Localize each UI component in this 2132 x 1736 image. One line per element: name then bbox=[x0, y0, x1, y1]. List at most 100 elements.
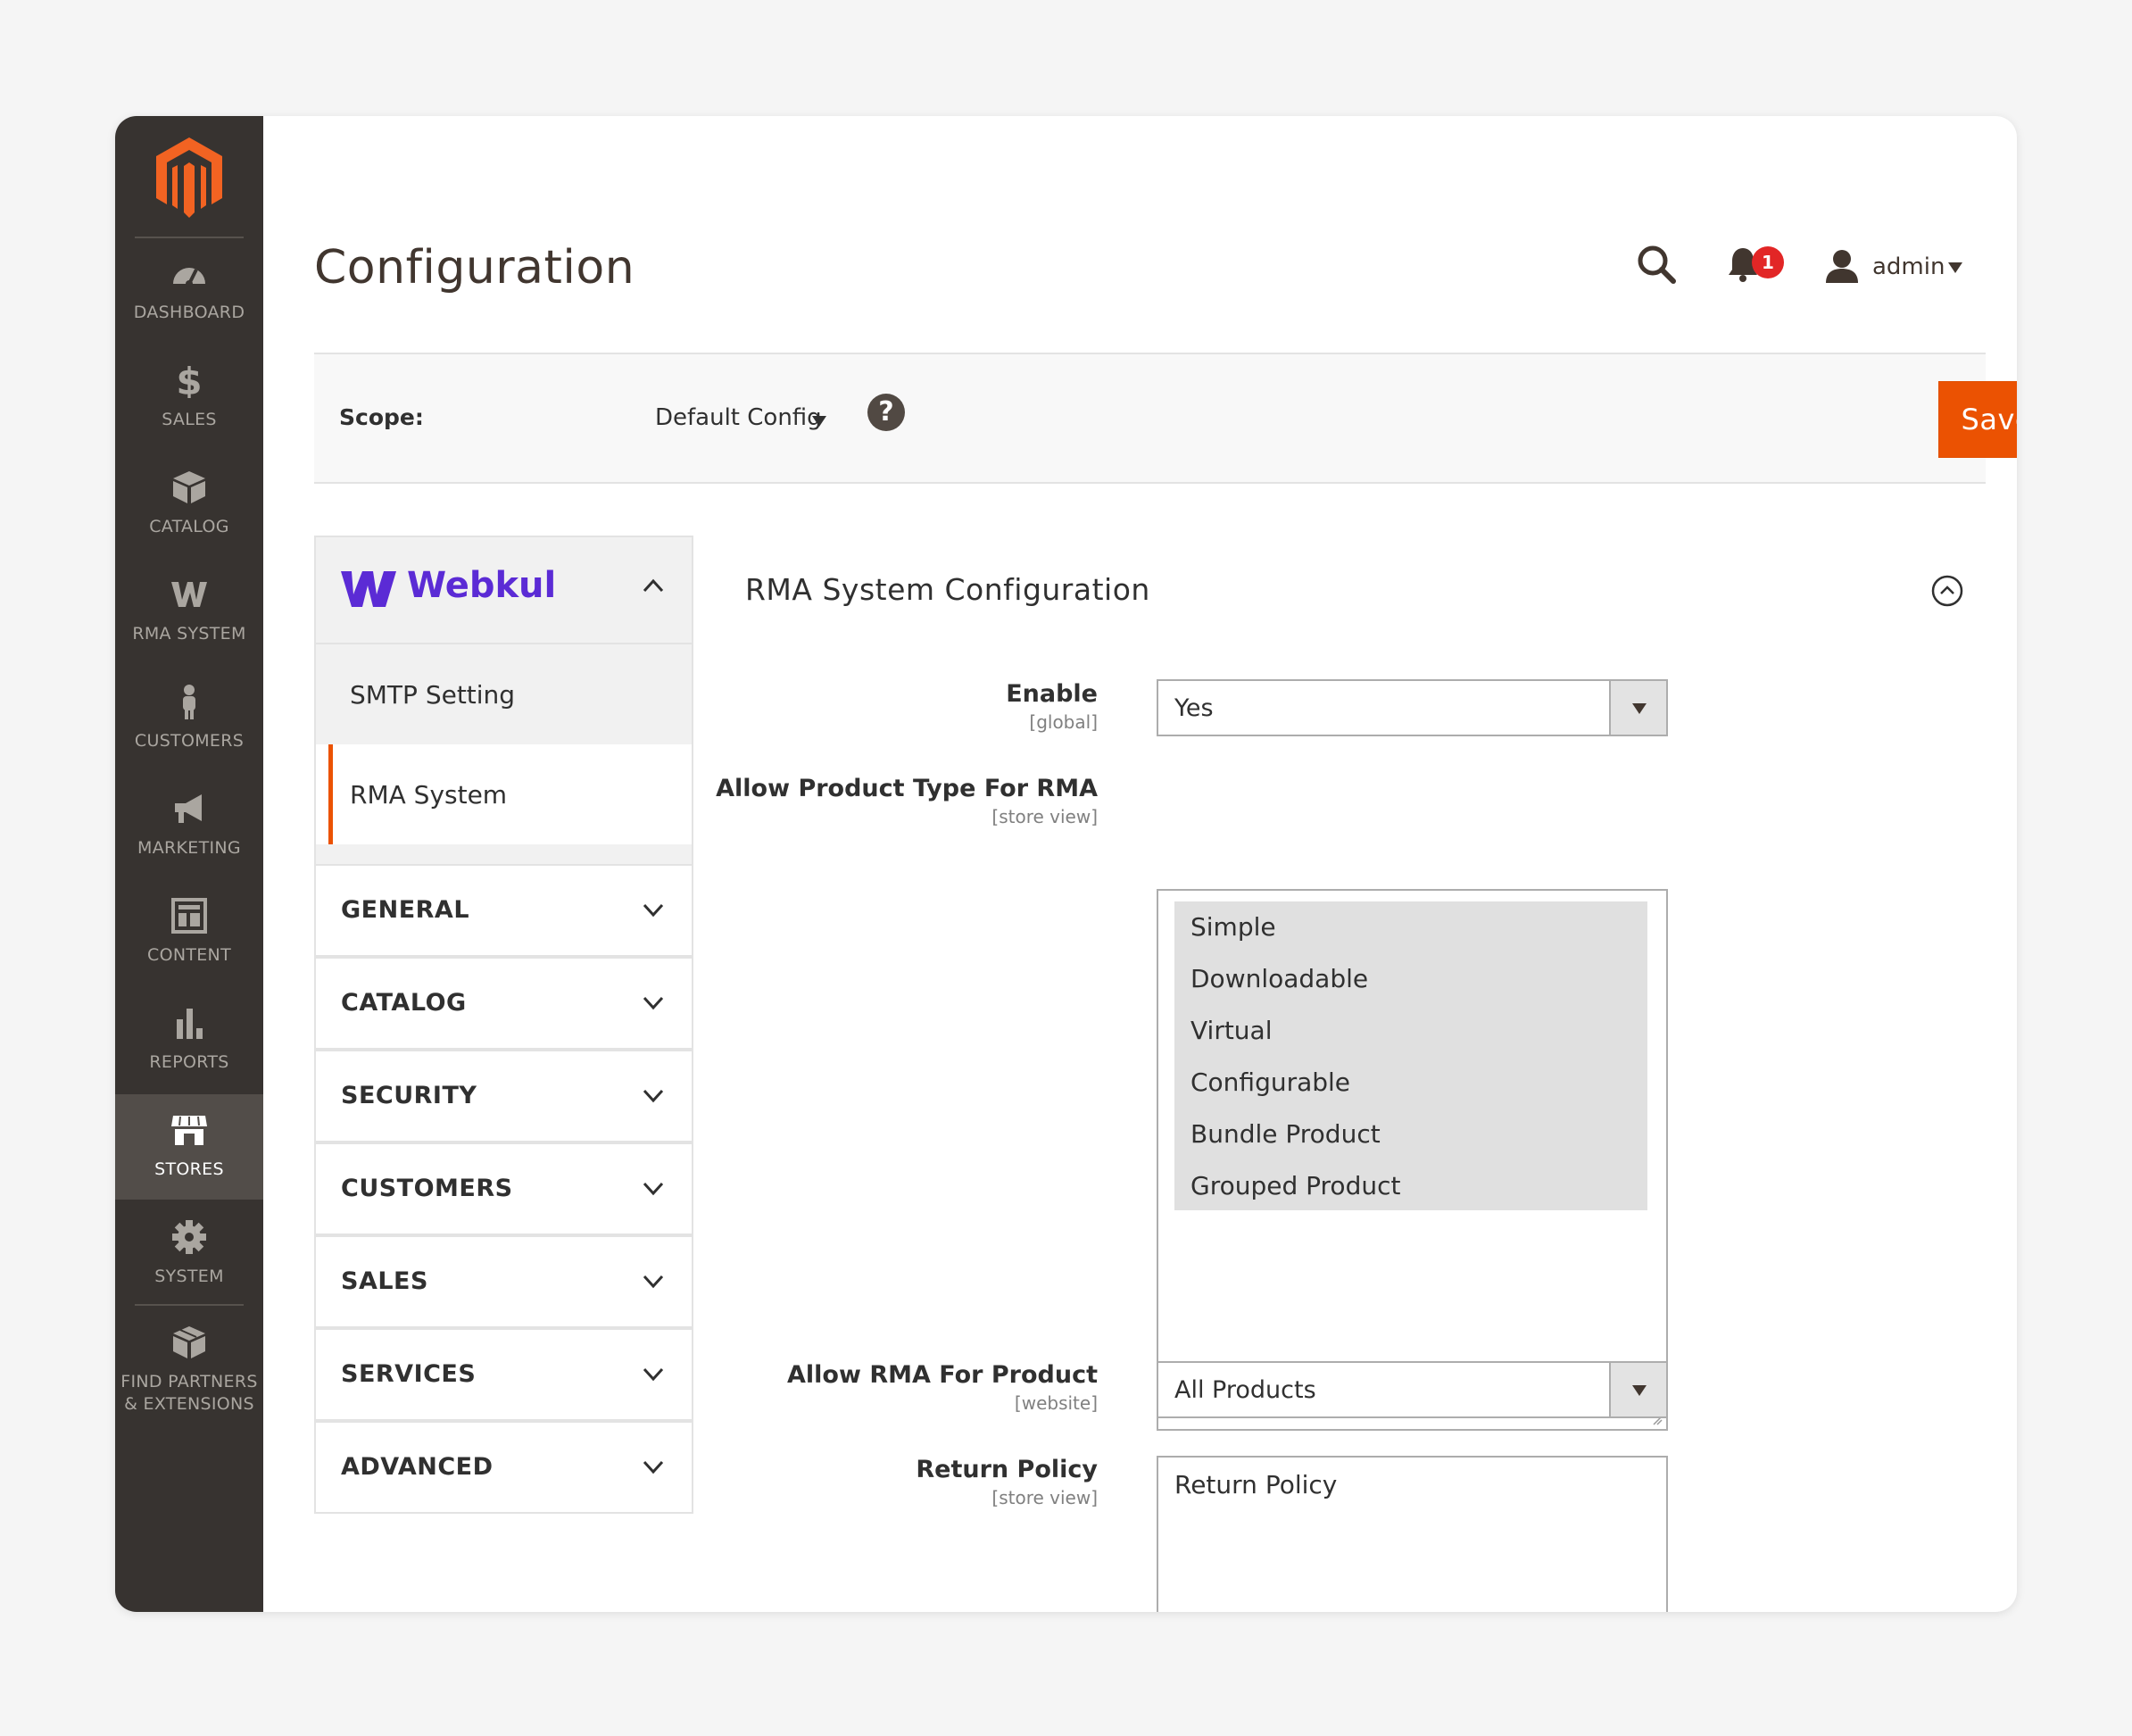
nav-item-system[interactable]: SYSTEM bbox=[115, 1201, 263, 1307]
option-bundle-product[interactable]: Bundle Product bbox=[1190, 1119, 1381, 1149]
nav-item-dashboard[interactable]: DASHBOARD bbox=[115, 237, 263, 343]
product-type-multiselect[interactable]: Simple Downloadable Virtual Configurable… bbox=[1157, 889, 1668, 1431]
notification-badge[interactable]: 1 bbox=[1752, 246, 1784, 278]
section-title: RMA System Configuration bbox=[745, 572, 1150, 607]
tab-section-customers[interactable]: CUSTOMERS bbox=[314, 1142, 693, 1235]
nav-label: CONTENT bbox=[147, 945, 231, 965]
nav-item-catalog[interactable]: CATALOG bbox=[115, 452, 263, 557]
nav-divider bbox=[135, 1304, 244, 1306]
scope-label: Scope: bbox=[339, 404, 424, 430]
tab-section-label: SECURITY bbox=[341, 1082, 477, 1109]
dashboard-icon bbox=[173, 268, 205, 287]
option-downloadable[interactable]: Downloadable bbox=[1190, 964, 1368, 993]
rma-for-product-select[interactable]: All Products bbox=[1157, 1361, 1668, 1418]
chevron-down-icon bbox=[643, 1182, 664, 1196]
select-toggle[interactable] bbox=[1609, 681, 1666, 735]
caret-down-icon[interactable] bbox=[1948, 262, 1962, 273]
tab-section-security[interactable]: SECURITY bbox=[314, 1050, 693, 1142]
selected-options: Simple Downloadable Virtual Configurable… bbox=[1174, 901, 1647, 1210]
magento-logo-icon[interactable] bbox=[153, 136, 226, 220]
collapse-icon[interactable] bbox=[1930, 574, 1964, 608]
gear-icon bbox=[172, 1220, 206, 1254]
tab-group-webkul[interactable]: Webkul bbox=[314, 536, 693, 644]
tab-section-label: ADVANCED bbox=[341, 1453, 494, 1481]
field-scope-rma-for-product: [website] bbox=[1014, 1392, 1098, 1414]
chevron-down-icon bbox=[643, 1367, 664, 1382]
nav-item-marketing[interactable]: MARKETING bbox=[115, 773, 263, 878]
option-virtual[interactable]: Virtual bbox=[1190, 1016, 1273, 1045]
nav-label: STORES bbox=[154, 1159, 224, 1179]
scope-switcher[interactable]: Default Config bbox=[655, 404, 822, 431]
webkul-icon bbox=[171, 582, 207, 607]
tab-section-label: SALES bbox=[341, 1267, 428, 1295]
caret-down-icon[interactable] bbox=[812, 416, 826, 427]
textarea-value: Return Policy bbox=[1174, 1470, 1338, 1499]
tab-section-advanced[interactable]: ADVANCED bbox=[314, 1421, 693, 1514]
nav-label: & EXTENSIONS bbox=[124, 1394, 254, 1414]
tab-spacer bbox=[314, 844, 693, 864]
tab-section-label: GENERAL bbox=[341, 896, 470, 924]
select-value: Yes bbox=[1174, 694, 1214, 722]
user-menu[interactable]: admin bbox=[1872, 253, 1945, 280]
webkul-logo-icon bbox=[341, 571, 396, 607]
page-title: Configuration bbox=[314, 241, 635, 295]
nav-item-reports[interactable]: REPORTS bbox=[115, 987, 263, 1092]
chevron-down-icon bbox=[643, 1275, 664, 1289]
chevron-up-icon[interactable] bbox=[643, 578, 664, 593]
chevron-down-icon bbox=[643, 1460, 664, 1474]
field-label-product-type: Allow Product Type For RMA bbox=[716, 775, 1098, 802]
brand-name: Webkul bbox=[407, 565, 557, 606]
user-icon[interactable] bbox=[1824, 249, 1860, 283]
nav-item-customers[interactable]: CUSTOMERS bbox=[115, 666, 263, 771]
tab-section-services[interactable]: SERVICES bbox=[314, 1328, 693, 1421]
tab-smtp-setting[interactable]: SMTP Setting bbox=[314, 644, 693, 744]
nav-item-find-partners[interactable]: FIND PARTNERS & EXTENSIONS bbox=[115, 1307, 263, 1423]
chevron-down-icon bbox=[643, 996, 664, 1010]
option-grouped-product[interactable]: Grouped Product bbox=[1190, 1171, 1400, 1200]
nav-label: RMA SYSTEM bbox=[132, 624, 246, 644]
select-toggle[interactable] bbox=[1609, 1363, 1666, 1416]
chevron-down-icon bbox=[643, 903, 664, 918]
person-icon bbox=[183, 685, 195, 719]
option-configurable[interactable]: Configurable bbox=[1190, 1067, 1350, 1097]
tab-section-general[interactable]: GENERAL bbox=[314, 864, 693, 957]
save-config-button[interactable]: Save Config bbox=[1938, 381, 2017, 458]
tab-label: SMTP Setting bbox=[350, 680, 516, 710]
dollar-icon: $ bbox=[176, 362, 202, 398]
field-scope-product-type: [store view] bbox=[991, 806, 1098, 827]
admin-window: DASHBOARD $ SALES CATALOG RMA SYSTEM CUS… bbox=[115, 116, 2017, 1612]
store-icon bbox=[171, 1116, 207, 1145]
field-label-return-policy: Return Policy bbox=[916, 1456, 1098, 1483]
field-scope-return-policy: [store view] bbox=[991, 1487, 1098, 1508]
tab-label: RMA System bbox=[350, 780, 508, 810]
nav-item-rma-system[interactable]: RMA SYSTEM bbox=[115, 559, 263, 664]
nav-item-content[interactable]: CONTENT bbox=[115, 880, 263, 985]
option-simple[interactable]: Simple bbox=[1190, 912, 1276, 942]
cubes-icon bbox=[173, 1326, 205, 1358]
search-icon[interactable] bbox=[1636, 244, 1677, 285]
return-policy-textarea[interactable]: Return Policy bbox=[1157, 1456, 1668, 1612]
tab-section-catalog[interactable]: CATALOG bbox=[314, 957, 693, 1050]
nav-label: DASHBOARD bbox=[133, 303, 245, 322]
chevron-down-icon bbox=[643, 1089, 664, 1103]
nav-label: FIND PARTNERS bbox=[120, 1372, 258, 1391]
nav-label: MARKETING bbox=[137, 838, 241, 858]
admin-sidebar: DASHBOARD $ SALES CATALOG RMA SYSTEM CUS… bbox=[115, 116, 263, 1612]
nav-item-stores[interactable]: STORES bbox=[115, 1094, 263, 1200]
help-icon[interactable]: ? bbox=[867, 394, 905, 431]
tab-rma-system[interactable]: RMA System bbox=[314, 744, 693, 844]
enable-select[interactable]: Yes bbox=[1157, 679, 1668, 736]
select-value: All Products bbox=[1174, 1376, 1316, 1404]
svg-text:$: $ bbox=[176, 362, 202, 398]
box-icon bbox=[173, 471, 205, 503]
caret-down-icon bbox=[1632, 703, 1647, 714]
tab-section-label: CUSTOMERS bbox=[341, 1175, 513, 1202]
layout-icon bbox=[171, 898, 207, 934]
field-label-enable: Enable bbox=[1006, 680, 1098, 708]
tab-section-label: CATALOG bbox=[341, 989, 467, 1017]
scope-bar: Scope: Default Config ? Save Config bbox=[314, 353, 2017, 484]
megaphone-icon bbox=[175, 794, 202, 823]
nav-item-sales[interactable]: $ SALES bbox=[115, 345, 263, 450]
tab-section-sales[interactable]: SALES bbox=[314, 1235, 693, 1328]
field-scope-enable: [global] bbox=[1029, 711, 1098, 733]
